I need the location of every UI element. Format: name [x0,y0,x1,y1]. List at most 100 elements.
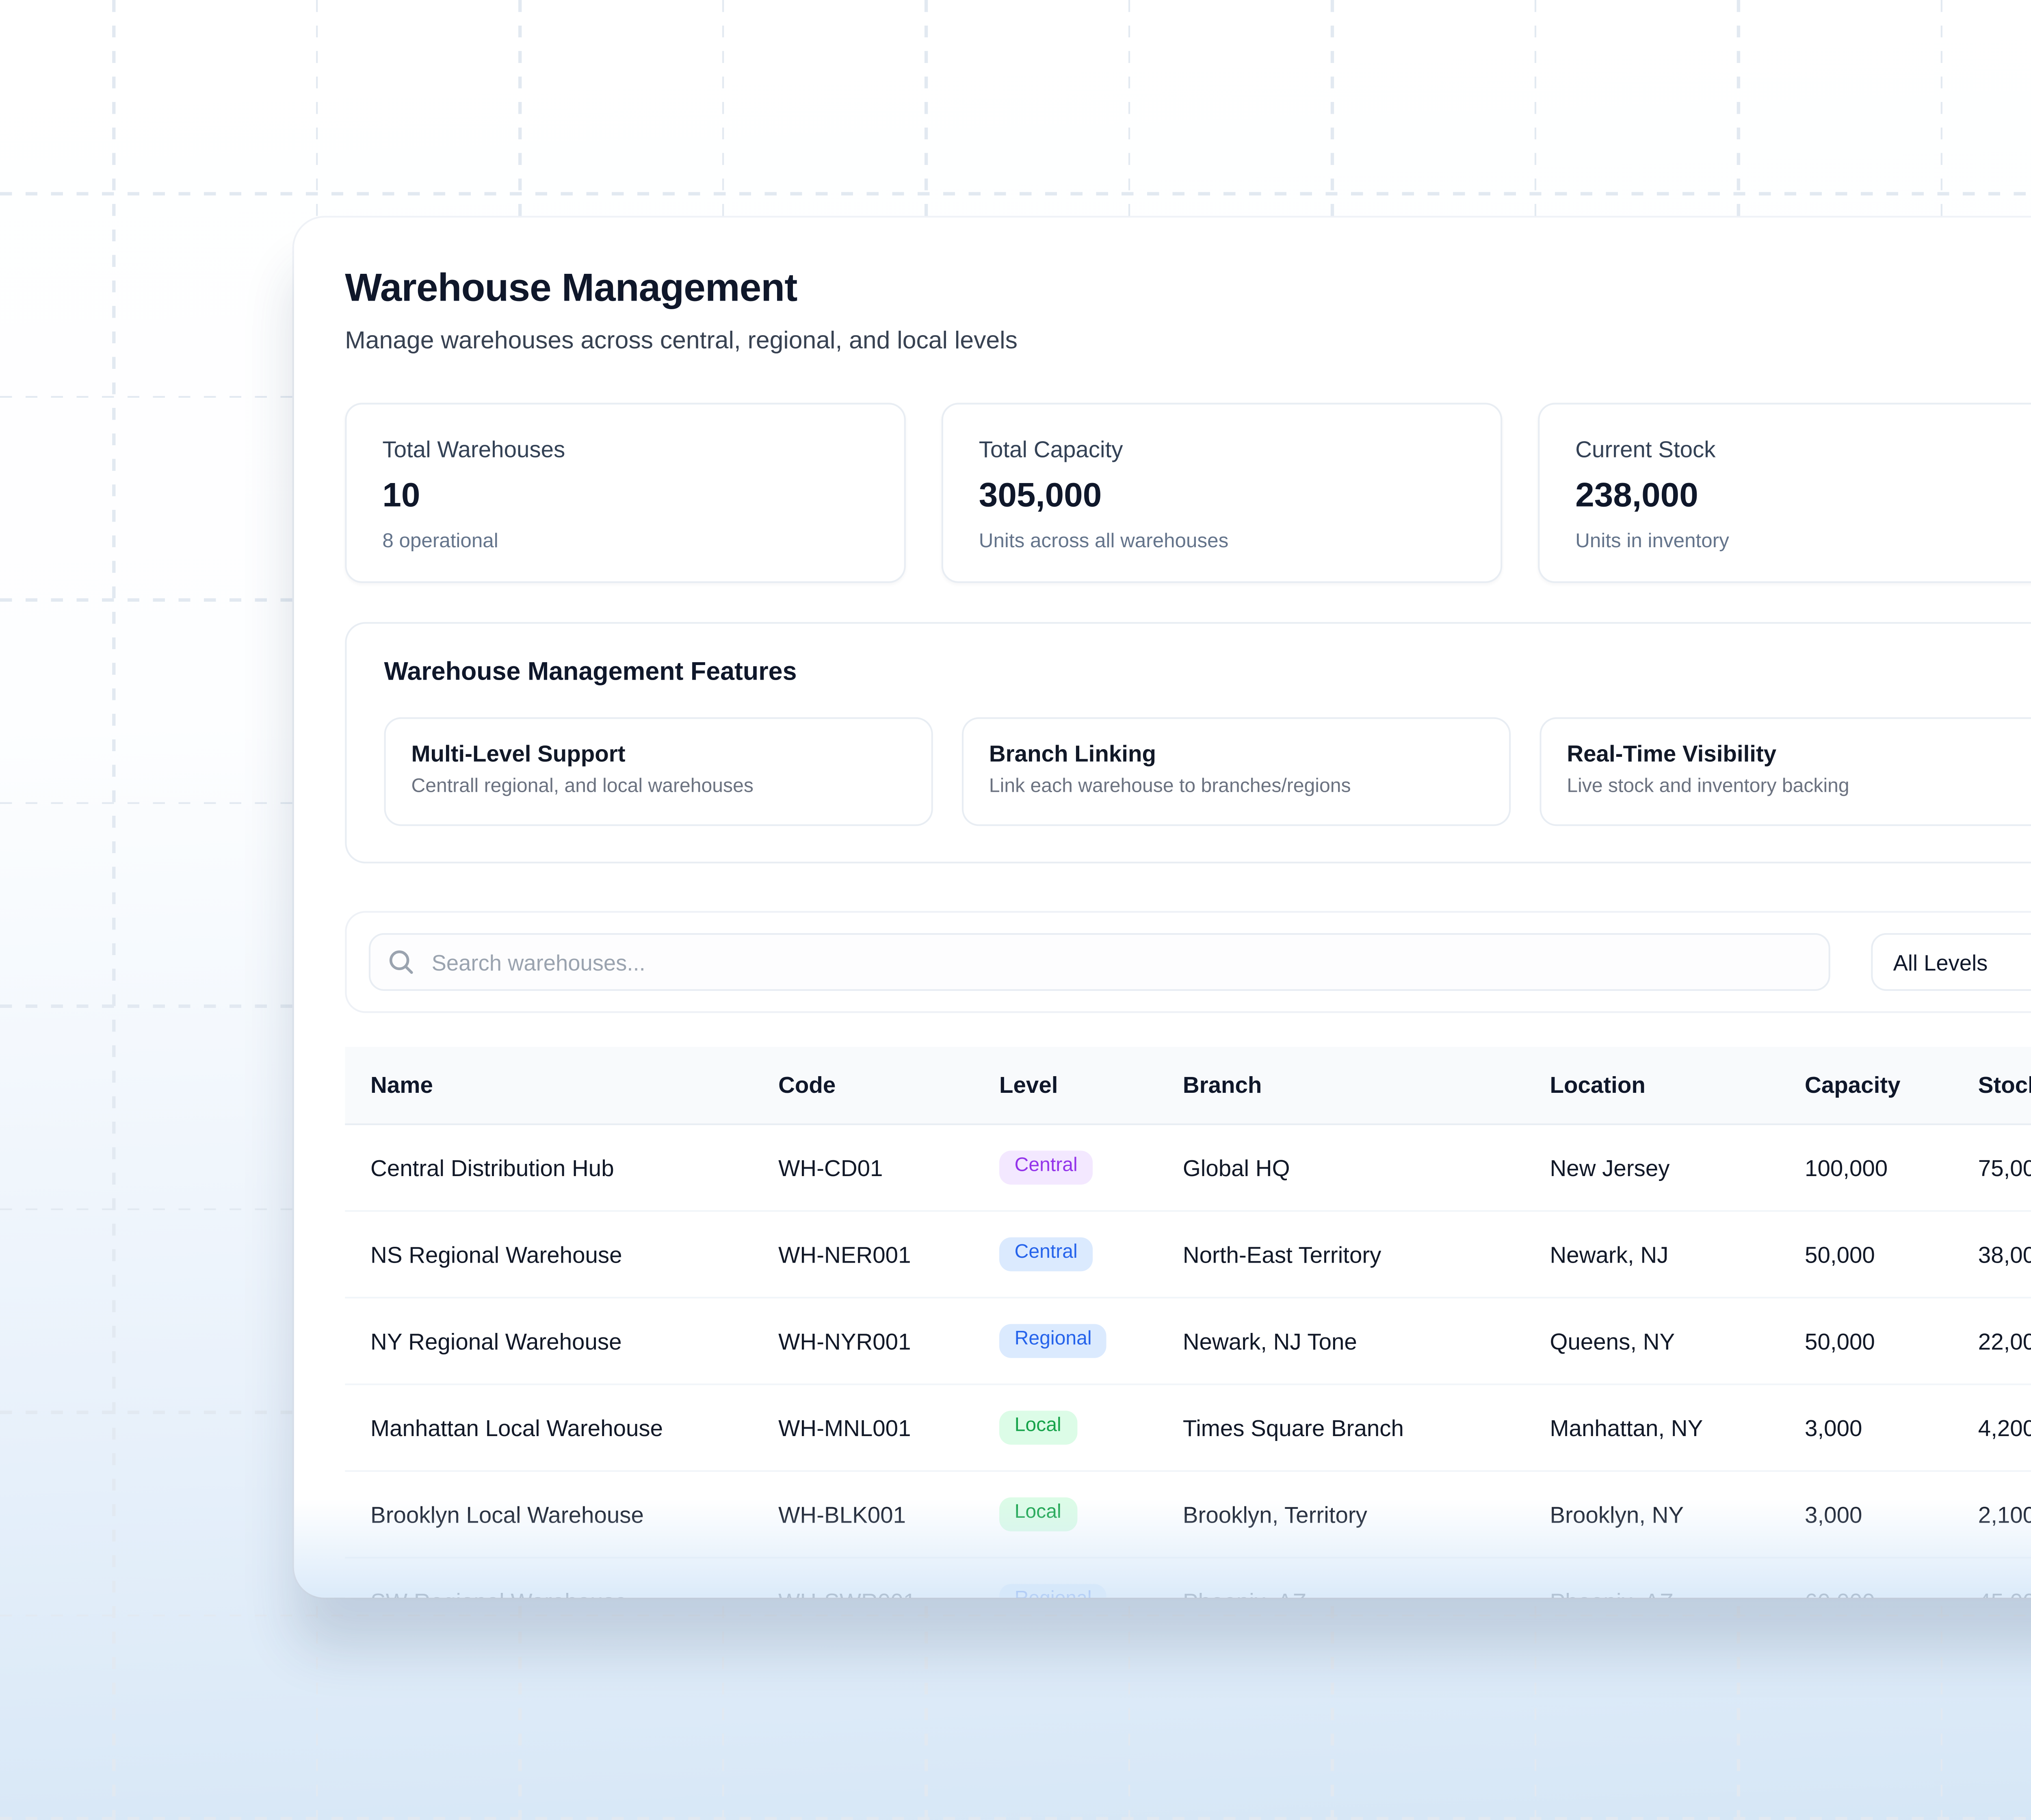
cell-level: Central [999,1151,1183,1184]
table-header-row: Name Code Level Branch Location Capacity… [345,1047,2031,1125]
page-subtitle: Manage warehouses across central, region… [345,328,2031,355]
stat-value: 10 [382,478,868,517]
cell-name: Brooklyn Local Warehouse [370,1502,778,1527]
table-row[interactable]: SW Regional Warehouse WH-SWR001 Regional… [345,1558,2031,1597]
warehouse-table: Name Code Level Branch Location Capacity… [345,1047,2031,1598]
stat-label: Total Warehouses [382,437,868,462]
level-badge: Local [999,1498,1076,1531]
stat-card-total-capacity: Total Capacity 305,000 Units across all … [942,403,1503,583]
cell-stock: 22,000 [1978,1328,2031,1354]
warehouse-management-card: Warehouse Management Manage warehouses a… [294,218,2031,1598]
cell-capacity: 50,000 [1805,1242,1978,1267]
feature-card-branch-linking: Branch Linking Link each warehouse to br… [962,717,1511,826]
grid-line [112,0,115,1820]
cell-location: Newark, NJ [1550,1242,1805,1267]
column-header-location: Location [1550,1072,1805,1098]
stat-label: Total Capacity [979,437,1465,462]
column-header-code: Code [778,1072,999,1098]
cell-code: WH-NYR001 [778,1328,999,1354]
cell-name: SW Regional Warehouse [370,1588,778,1598]
feature-title: Multi-Level Support [411,741,905,767]
level-badge: Central [999,1238,1093,1271]
cell-code: WH-CD01 [778,1155,999,1181]
cell-code: WH-NER001 [778,1242,999,1267]
feature-title: Branch Linking [989,741,1483,767]
stat-sub: Units across all warehouses [979,529,1465,552]
stat-card-total-warehouses: Total Warehouses 10 8 operational [345,403,906,583]
cell-branch: Phoenix, AZ [1183,1588,1550,1598]
features-panel: Warehouse Management Features Multi-Leve… [345,622,2031,863]
cell-level: Local [999,1411,1183,1444]
feature-title: Real-Time Visibility [1567,741,2031,767]
stat-sub: Units in inventory [1575,529,2031,552]
cell-capacity: 3,000 [1805,1502,1978,1527]
cell-level: Central [999,1238,1183,1271]
cell-branch: Global HQ [1183,1155,1550,1181]
cell-code: WH-SWR001 [778,1588,999,1598]
level-filter-dropdown[interactable]: All Levels [1871,933,2031,991]
features-row: Multi-Level Support Centrall regional, a… [384,717,2031,826]
column-header-stock: Stock [1978,1072,2031,1098]
stat-label: Current Stock [1575,437,2031,462]
cell-capacity: 3,000 [1805,1415,1978,1441]
stat-card-current-stock: Current Stock 238,000 Units in inventory [1538,403,2031,583]
cell-code: WH-BLK001 [778,1502,999,1527]
cell-branch: Newark, NJ Tone [1183,1328,1550,1354]
cell-stock: 45,000 [1978,1588,2031,1598]
page-title: Warehouse Management [345,265,2031,311]
cell-level: Regional [999,1324,1183,1358]
cell-branch: Times Square Branch [1183,1415,1550,1441]
table-row[interactable]: NS Regional Warehouse WH-NER001 Central … [345,1212,2031,1298]
search-icon [388,948,415,975]
search-input[interactable] [369,933,1830,991]
column-header-capacity: Capacity [1805,1072,1978,1098]
toolbar-panel: All Levels All Status + [345,911,2031,1013]
grid-line [0,1817,2031,1819]
stats-row: Total Warehouses 10 8 operational Total … [345,403,2031,583]
level-badge: Local [999,1411,1076,1444]
feature-card-real-time-visibility: Real-Time Visibility Live stock and inve… [1539,717,2031,826]
cell-code: WH-MNL001 [778,1415,999,1441]
grid-line [0,192,2031,195]
feature-card-multi-level-support: Multi-Level Support Centrall regional, a… [384,717,933,826]
stat-value: 305,000 [979,478,1465,517]
cell-location: Queens, NY [1550,1328,1805,1354]
cell-name: NS Regional Warehouse [370,1242,778,1267]
cell-capacity: 60,000 [1805,1588,1978,1598]
cell-level: Local [999,1498,1183,1531]
cell-level: Regional [999,1584,1183,1597]
cell-location: Brooklyn, NY [1550,1502,1805,1527]
cell-capacity: 100,000 [1805,1155,1978,1181]
level-badge: Regional [999,1324,1107,1358]
table-row[interactable]: Brooklyn Local Warehouse WH-BLK001 Local… [345,1472,2031,1558]
cell-stock: 4,200 [1978,1415,2031,1441]
page-background: Warehouse Management Manage warehouses a… [0,0,2031,1820]
stat-sub: 8 operational [382,529,868,552]
cell-name: NY Regional Warehouse [370,1328,778,1354]
cell-stock: 75,000 [1978,1155,2031,1181]
table-row[interactable]: Manhattan Local Warehouse WH-MNL001 Loca… [345,1385,2031,1472]
grid-line [0,1614,2031,1616]
cell-branch: North-East Territory [1183,1242,1550,1267]
column-header-name: Name [370,1072,778,1098]
table-row[interactable]: NY Regional Warehouse WH-NYR001 Regional… [345,1298,2031,1385]
feature-description: Link each warehouse to branches/regions [989,777,1483,797]
cell-stock: 38,000 [1978,1242,2031,1267]
cell-capacity: 50,000 [1805,1328,1978,1354]
features-panel-title: Warehouse Management Features [384,658,2031,687]
search-box [369,933,1830,991]
cell-branch: Brooklyn, Territory [1183,1502,1550,1527]
level-badge: Central [999,1151,1093,1184]
column-header-branch: Branch [1183,1072,1550,1098]
cell-stock: 2,100 [1978,1502,2031,1527]
cell-location: Manhattan, NY [1550,1415,1805,1441]
stat-value: 238,000 [1575,478,2031,517]
column-header-level: Level [999,1072,1183,1098]
cell-name: Manhattan Local Warehouse [370,1415,778,1441]
feature-description: Centrall regional, and local warehouses [411,777,905,797]
table-row[interactable]: Central Distribution Hub WH-CD01 Central… [345,1125,2031,1212]
cell-name: Central Distribution Hub [370,1155,778,1181]
feature-description: Live stock and inventory backing [1567,777,2031,797]
level-filter-value: All Levels [1893,949,1988,975]
cell-location: Phoenix, AZ [1550,1588,1805,1598]
